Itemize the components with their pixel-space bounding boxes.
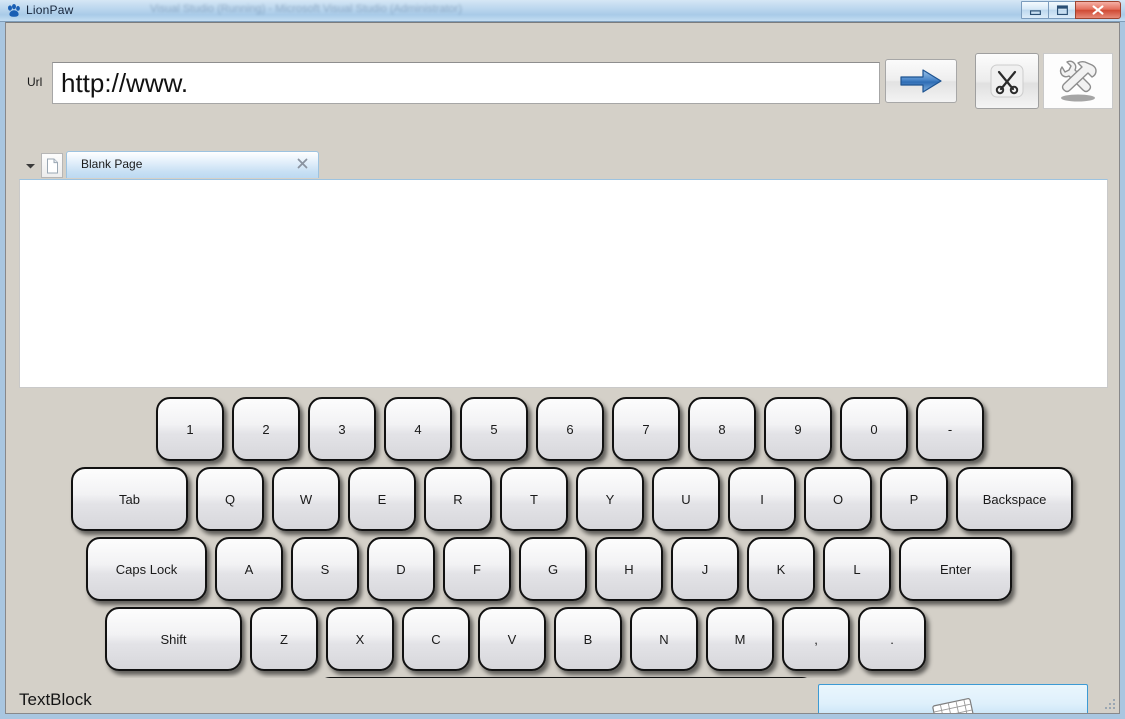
key-9[interactable]: 9 [764, 397, 832, 461]
key-x[interactable]: X [326, 607, 394, 671]
textblock-label: TextBlock [19, 690, 92, 709]
key-3[interactable]: 3 [308, 397, 376, 461]
go-arrow-icon [900, 69, 942, 93]
key-k[interactable]: K [747, 537, 815, 601]
tab-strip: Blank Page [19, 151, 1107, 180]
key-v[interactable]: V [478, 607, 546, 671]
chevron-down-icon[interactable] [23, 159, 37, 173]
window-controls [1021, 1, 1121, 19]
key-r[interactable]: R [424, 467, 492, 531]
key-7[interactable]: 7 [612, 397, 680, 461]
tab-close-icon[interactable] [295, 156, 309, 170]
pawprint-icon [6, 3, 22, 19]
wrench-hammer-icon [1059, 60, 1097, 102]
window-body: Url http://www. Blank Page 1 2 3 4 5 6 7… [0, 22, 1125, 719]
background-window-title: Visual Studio (Running) - Microsoft Visu… [150, 3, 463, 15]
key-y[interactable]: Y [576, 467, 644, 531]
key-j[interactable]: J [671, 537, 739, 601]
key-d[interactable]: D [367, 537, 435, 601]
key-l[interactable]: L [823, 537, 891, 601]
maximize-button[interactable] [1048, 1, 1076, 19]
key-t[interactable]: T [500, 467, 568, 531]
key-f[interactable]: F [443, 537, 511, 601]
client-area: Url http://www. Blank Page 1 2 3 4 5 6 7… [5, 22, 1120, 714]
close-button[interactable] [1075, 1, 1121, 19]
keyboard-icon [932, 698, 975, 713]
key-c[interactable]: C [402, 607, 470, 671]
key-z[interactable]: Z [250, 607, 318, 671]
key-n[interactable]: N [630, 607, 698, 671]
keyboard-toggle-button[interactable] [818, 684, 1088, 713]
key-enter[interactable]: Enter [899, 537, 1012, 601]
key-p[interactable]: P [880, 467, 948, 531]
key-4[interactable]: 4 [384, 397, 452, 461]
key-backspace[interactable]: Backspace [956, 467, 1073, 531]
key-e[interactable]: E [348, 467, 416, 531]
key-shift[interactable]: Shift [105, 607, 242, 671]
key-[interactable]: - [916, 397, 984, 461]
key-h[interactable]: H [595, 537, 663, 601]
on-screen-keyboard: 1 2 3 4 5 6 7 8 9 0- Tab Q W E R T Y U I O P Backspace Caps Lo… [6, 389, 1119, 713]
url-label: Url [27, 75, 43, 89]
key-1[interactable]: 1 [156, 397, 224, 461]
url-toolbar: Url [6, 23, 1119, 109]
key-u[interactable]: U [652, 467, 720, 531]
tab-blank-page[interactable]: Blank Page [66, 151, 319, 178]
application-window: LionPaw Visual Studio (Running) - Micros… [0, 0, 1125, 719]
key-[interactable]: . [858, 607, 926, 671]
key-s[interactable]: S [291, 537, 359, 601]
snip-button[interactable] [975, 53, 1039, 109]
new-page-icon[interactable] [41, 153, 63, 178]
tools-button[interactable] [1043, 53, 1113, 109]
title-bar[interactable]: LionPaw Visual Studio (Running) - Micros… [0, 0, 1125, 22]
key-5[interactable]: 5 [460, 397, 528, 461]
key-2[interactable]: 2 [232, 397, 300, 461]
key-i[interactable]: I [728, 467, 796, 531]
key-g[interactable]: G [519, 537, 587, 601]
page-canvas[interactable] [19, 179, 1108, 388]
key-[interactable]: , [782, 607, 850, 671]
minimize-icon [1029, 10, 1041, 16]
maximize-icon [1056, 5, 1068, 16]
key-8[interactable]: 8 [688, 397, 756, 461]
key-b[interactable]: B [554, 607, 622, 671]
key-q[interactable]: Q [196, 467, 264, 531]
key-m[interactable]: M [706, 607, 774, 671]
resize-grip-icon[interactable] [1103, 697, 1117, 711]
key-w[interactable]: W [272, 467, 340, 531]
key-a[interactable]: A [215, 537, 283, 601]
bottom-bar: TextBlock [6, 678, 1119, 713]
url-input[interactable] [52, 62, 880, 104]
tab-label: Blank Page [81, 157, 143, 171]
key-o[interactable]: O [804, 467, 872, 531]
go-button[interactable] [885, 59, 957, 103]
key-6[interactable]: 6 [536, 397, 604, 461]
key-tab[interactable]: Tab [71, 467, 188, 531]
close-icon [1092, 5, 1104, 15]
key-0[interactable]: 0 [840, 397, 908, 461]
window-title: LionPaw [26, 3, 74, 17]
scissors-icon [990, 64, 1024, 98]
minimize-button[interactable] [1021, 1, 1049, 19]
key-caps-lock[interactable]: Caps Lock [86, 537, 207, 601]
